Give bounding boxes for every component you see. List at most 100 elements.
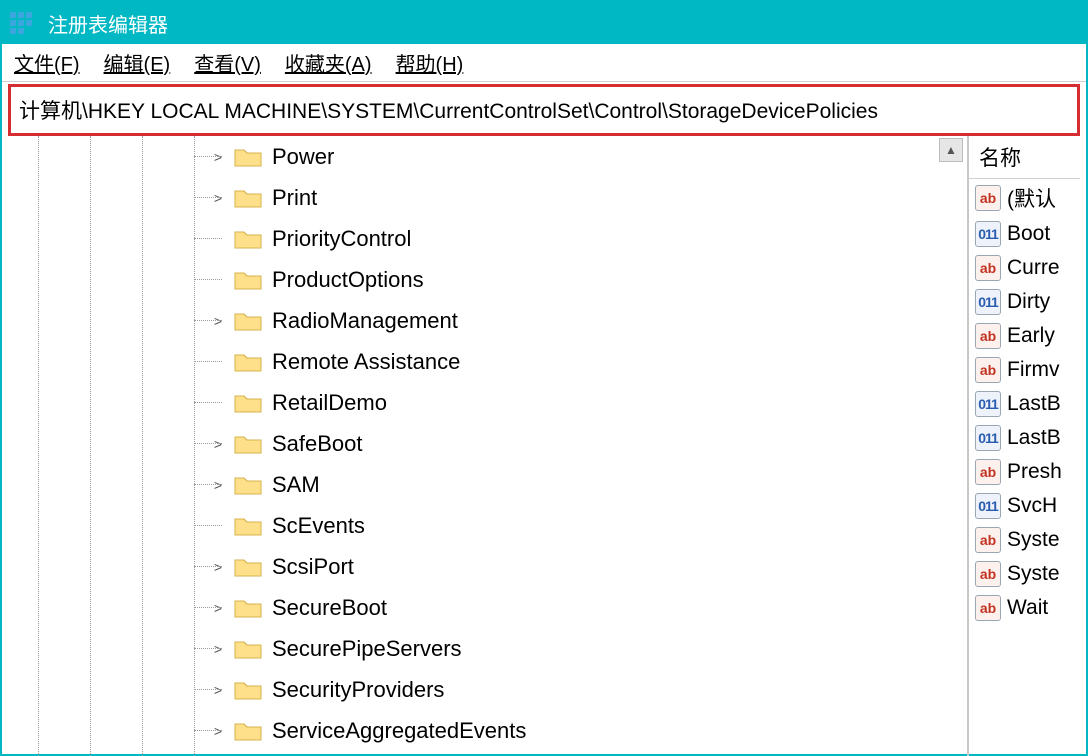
- registry-tree: > Power> Print· PriorityControl· Product…: [8, 136, 967, 751]
- value-name: Dirty: [1007, 290, 1050, 314]
- folder-icon: [234, 515, 262, 537]
- string-value-icon: ab: [975, 459, 1001, 485]
- folder-icon: [234, 679, 262, 701]
- regedit-window: 注册表编辑器 文件(F) 编辑(E) 查看(V) 收藏夹(A) 帮助(H) ▲ …: [0, 0, 1088, 756]
- binary-value-icon: 011: [975, 391, 1001, 417]
- tree-item-label: SAM: [272, 472, 320, 498]
- value-name: SvcH: [1007, 494, 1057, 518]
- menu-help[interactable]: 帮助(H): [396, 48, 464, 77]
- binary-value-icon: 011: [975, 221, 1001, 247]
- folder-icon: [234, 187, 262, 209]
- tree-item[interactable]: · ScEvents: [8, 505, 967, 546]
- tree-item-label: Power: [272, 144, 334, 170]
- menu-file[interactable]: 文件(F): [14, 48, 80, 77]
- value-row[interactable]: abCurre: [969, 251, 1080, 285]
- values-column-name[interactable]: 名称: [969, 138, 1080, 179]
- value-row[interactable]: 011Dirty: [969, 285, 1080, 319]
- tree-item[interactable]: > ScsiPort: [8, 546, 967, 587]
- tree-item[interactable]: > SecurityProviders: [8, 669, 967, 710]
- value-name: Curre: [1007, 256, 1060, 280]
- value-name: Wait: [1007, 596, 1048, 620]
- value-name: LastB: [1007, 426, 1061, 450]
- value-name: Boot: [1007, 222, 1050, 246]
- string-value-icon: ab: [975, 357, 1001, 383]
- tree-item-label: RadioManagement: [272, 308, 458, 334]
- binary-value-icon: 011: [975, 425, 1001, 451]
- folder-icon: [234, 556, 262, 578]
- folder-icon: [234, 146, 262, 168]
- tree-item-label: Remote Assistance: [272, 349, 460, 375]
- values-pane[interactable]: 名称 ab(默认011BootabCurre011DirtyabEarlyabF…: [968, 136, 1080, 756]
- tree-item-label: Print: [272, 185, 317, 211]
- tree-item[interactable]: > SAM: [8, 464, 967, 505]
- tree-item[interactable]: > Print: [8, 177, 967, 218]
- value-row[interactable]: 011SvcH: [969, 489, 1080, 523]
- value-name: LastB: [1007, 392, 1061, 416]
- folder-icon: [234, 597, 262, 619]
- tree-item[interactable]: · RetailDemo: [8, 382, 967, 423]
- value-row[interactable]: abPresh: [969, 455, 1080, 489]
- menu-favorites[interactable]: 收藏夹(A): [285, 48, 372, 77]
- folder-icon: [234, 433, 262, 455]
- folder-icon: [234, 638, 262, 660]
- folder-icon: [234, 310, 262, 332]
- folder-icon: [234, 228, 262, 250]
- binary-value-icon: 011: [975, 493, 1001, 519]
- tree-item-label: SecurityProviders: [272, 677, 444, 703]
- string-value-icon: ab: [975, 323, 1001, 349]
- folder-icon: [234, 392, 262, 414]
- value-row[interactable]: abSyste: [969, 557, 1080, 591]
- binary-value-icon: 011: [975, 289, 1001, 315]
- tree-item[interactable]: > RadioManagement: [8, 300, 967, 341]
- value-name: (默认: [1007, 183, 1056, 213]
- tree-item[interactable]: · ProductOptions: [8, 259, 967, 300]
- tree-item[interactable]: > ServiceAggregatedEvents: [8, 710, 967, 751]
- string-value-icon: ab: [975, 255, 1001, 281]
- value-name: Presh: [1007, 460, 1062, 484]
- value-row[interactable]: abWait: [969, 591, 1080, 625]
- value-row[interactable]: abEarly: [969, 319, 1080, 353]
- folder-icon: [234, 351, 262, 373]
- value-row[interactable]: 011Boot: [969, 217, 1080, 251]
- tree-pane[interactable]: ▲ > Power> Print· PriorityControl· Produ…: [8, 136, 968, 756]
- menu-view[interactable]: 查看(V): [194, 48, 261, 77]
- tree-item[interactable]: > SecurePipeServers: [8, 628, 967, 669]
- tree-item[interactable]: · Remote Assistance: [8, 341, 967, 382]
- string-value-icon: ab: [975, 185, 1001, 211]
- value-row[interactable]: ab(默认: [969, 179, 1080, 217]
- tree-item[interactable]: > SecureBoot: [8, 587, 967, 628]
- tree-item[interactable]: · PriorityControl: [8, 218, 967, 259]
- tree-item-label: RetailDemo: [272, 390, 387, 416]
- tree-item-label: ProductOptions: [272, 267, 424, 293]
- tree-item[interactable]: > SafeBoot: [8, 423, 967, 464]
- menu-edit[interactable]: 编辑(E): [104, 48, 171, 77]
- value-name: Syste: [1007, 562, 1060, 586]
- tree-item-label: PriorityControl: [272, 226, 411, 252]
- value-name: Early: [1007, 324, 1055, 348]
- tree-item-label: SecurePipeServers: [272, 636, 462, 662]
- value-name: Firmv: [1007, 358, 1059, 382]
- value-row[interactable]: abSyste: [969, 523, 1080, 557]
- string-value-icon: ab: [975, 527, 1001, 553]
- tree-item-label: ScEvents: [272, 513, 365, 539]
- string-value-icon: ab: [975, 595, 1001, 621]
- string-value-icon: ab: [975, 561, 1001, 587]
- window-title: 注册表编辑器: [48, 9, 168, 38]
- folder-icon: [234, 720, 262, 742]
- titlebar[interactable]: 注册表编辑器: [2, 2, 1086, 44]
- address-bar-highlight: [8, 84, 1080, 136]
- value-row[interactable]: abFirmv: [969, 353, 1080, 387]
- regedit-app-icon: [10, 12, 38, 34]
- tree-item-label: ScsiPort: [272, 554, 354, 580]
- tree-item-label: SafeBoot: [272, 431, 363, 457]
- address-bar[interactable]: [11, 87, 1077, 133]
- value-row[interactable]: 011LastB: [969, 421, 1080, 455]
- value-name: Syste: [1007, 528, 1060, 552]
- folder-icon: [234, 474, 262, 496]
- value-row[interactable]: 011LastB: [969, 387, 1080, 421]
- folder-icon: [234, 269, 262, 291]
- tree-item[interactable]: > Power: [8, 136, 967, 177]
- tree-item-label: SecureBoot: [272, 595, 387, 621]
- content-area: ▲ > Power> Print· PriorityControl· Produ…: [8, 136, 1080, 756]
- menubar: 文件(F) 编辑(E) 查看(V) 收藏夹(A) 帮助(H): [2, 44, 1086, 82]
